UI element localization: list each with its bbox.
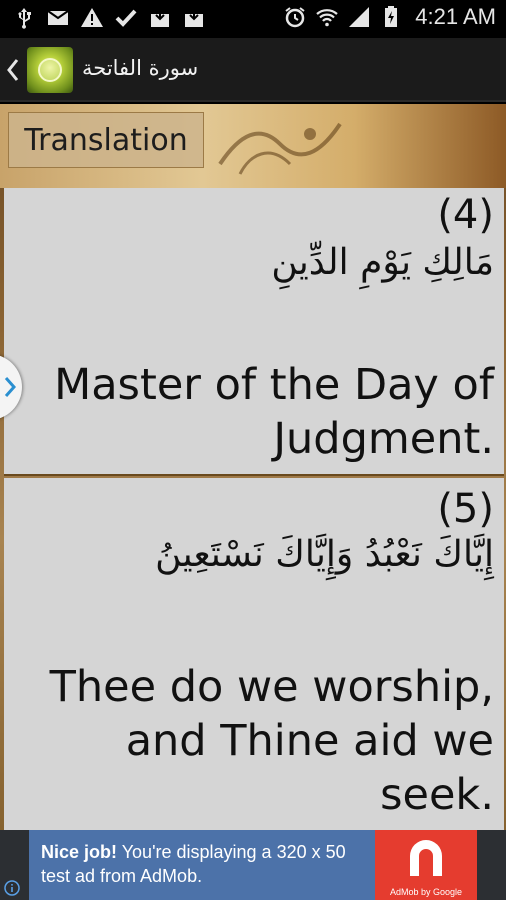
action-bar: سورة الفاتحة [0,38,506,102]
info-icon[interactable] [4,880,20,896]
verse-arabic-text: إِيَّاكَ نَعْبُدُ وَإِيَّاكَ نَسْتَعِينُ [155,534,494,575]
content-area[interactable]: Translation (4) مَالِكِ يَوْمِ الدِّينِ … [0,104,506,830]
surah-title: سورة الفاتحة [82,56,199,80]
admob-icon [410,840,442,876]
wifi-icon [316,9,339,27]
chevron-left-icon[interactable] [4,56,22,84]
calligraphy-image [218,122,342,175]
verse-card: (5) إِيَّاكَ نَعْبُدُ وَإِيَّاكَ نَسْتَع… [4,478,504,830]
notification-icons [12,6,206,30]
download-icon [151,9,169,27]
status-time: 4:21 AM [415,4,496,29]
admob-caption: AdMob by Google [389,887,463,897]
email-icon [47,10,69,25]
ad-banner[interactable]: Nice job! You're displaying a 320 x 50 t… [0,830,506,900]
battery-icon [385,6,398,27]
verse-number: (4) [437,192,494,238]
warning-icon [81,8,103,27]
alarm-icon [285,7,305,28]
ad-text: Nice job! You're displaying a 320 x 50 t… [41,840,371,888]
verse-card: (4) مَالِكِ يَوْمِ الدِّينِ Master of th… [4,188,504,476]
ad-headline: Nice job! [41,842,118,862]
translation-button[interactable]: Translation [8,112,204,168]
verse-number: (5) [437,486,494,532]
test-ad[interactable]: Nice job! You're displaying a 320 x 50 t… [29,830,477,900]
download-icon [185,9,203,27]
admob-logo: AdMob by Google [375,830,477,900]
system-icons: 4:21 AM [283,4,496,30]
quran-app-icon[interactable] [27,47,73,93]
verse-translation-text: Thee do we worship, and Thine aid we see… [49,662,494,820]
chevron-right-icon [4,377,16,397]
signal-icon [349,7,370,27]
verse-arabic-text: مَالِكِ يَوْمِ الدِّينِ [271,242,494,283]
verse-translation-text: Master of the Day of Judgment. [54,360,494,464]
status-bar: 4:21 AM [0,0,506,38]
usb-icon [18,8,31,29]
check-icon [115,9,137,27]
